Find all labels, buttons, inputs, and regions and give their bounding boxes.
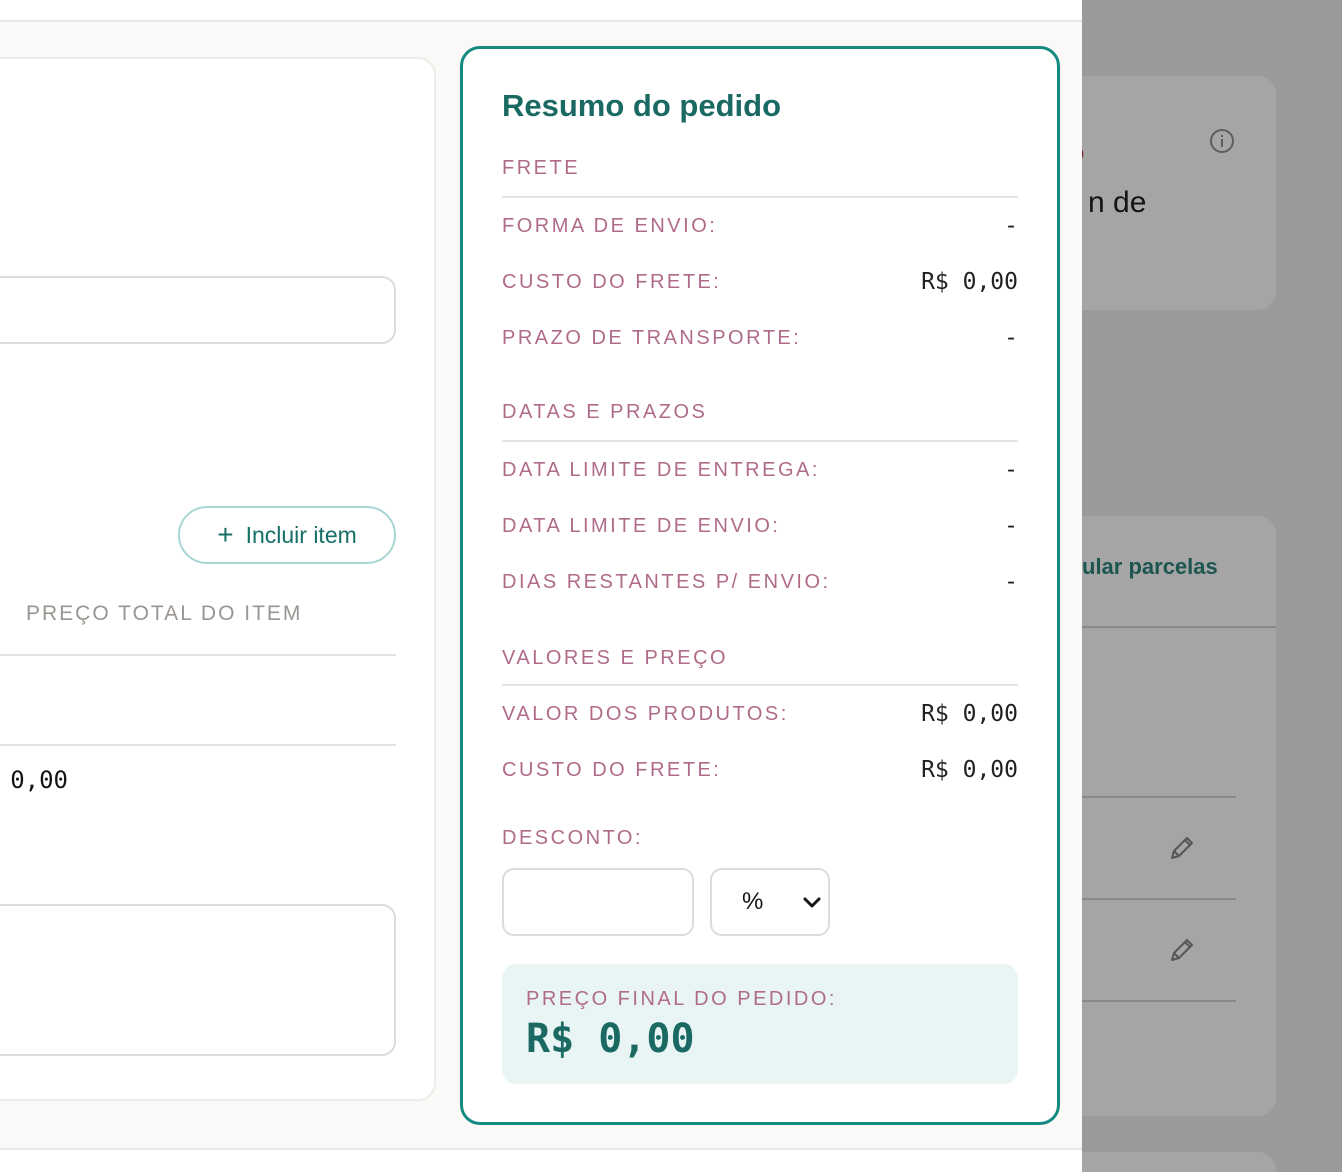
pencil-icon: [1171, 939, 1193, 961]
ship-deadline-value: -: [1004, 513, 1018, 539]
add-item-button[interactable]: + Incluir item: [178, 506, 396, 564]
transit-time-value: -: [1004, 325, 1018, 351]
products-value: R$ 0,00: [921, 701, 1018, 727]
summary-title: Resumo do pedido: [502, 88, 781, 123]
column-header-item-total: PREÇO TOTAL DO ITEM: [26, 602, 303, 625]
shipping-cost-label: CUSTO DO FRETE:: [502, 271, 722, 293]
background-link: ular parcelas: [1082, 554, 1218, 579]
delivery-deadline-label: DATA LIMITE DE ENTREGA:: [502, 459, 820, 481]
discount-label: DESCONTO:: [502, 827, 644, 849]
delivery-deadline-value: -: [1004, 457, 1018, 483]
section-values: VALORES E PREÇO: [502, 647, 729, 669]
product-search-input[interactable]: [0, 276, 396, 344]
days-left-value: -: [1004, 569, 1018, 595]
discount-type-value: %: [742, 888, 764, 915]
products-value-label: VALOR DOS PRODUTOS:: [502, 703, 789, 725]
shipping-method-value: -: [1004, 213, 1018, 239]
divider: [0, 654, 396, 656]
shipping-cost-value: R$ 0,00: [921, 269, 1018, 295]
add-item-label: Incluir item: [245, 521, 357, 548]
info-icon: [1210, 129, 1234, 153]
divider: [502, 196, 1018, 198]
discount-input[interactable]: [502, 868, 694, 936]
divider: [502, 440, 1018, 442]
chevron-down-icon: [803, 897, 821, 908]
modal-footer: [0, 1148, 1082, 1172]
shipping-total-value: R$ 0,00: [921, 757, 1018, 783]
discount-type-select[interactable]: %: [710, 868, 830, 936]
plus-icon: +: [217, 519, 234, 550]
ship-deadline-label: DATA LIMITE DE ENVIO:: [502, 515, 781, 537]
section-shipping: FRETE: [502, 157, 581, 179]
divider: [502, 684, 1018, 686]
days-left-label: DIAS RESTANTES P/ ENVIO:: [502, 571, 831, 593]
background-text: n de: [1088, 186, 1147, 219]
transit-time-label: PRAZO DE TRANSPORTE:: [502, 327, 802, 349]
shipping-total-label: CUSTO DO FRETE:: [502, 759, 722, 781]
divider: [0, 744, 396, 746]
items-total-value: R$ 0,00: [0, 766, 68, 794]
final-price-label: PREÇO FINAL DO PEDIDO:: [526, 988, 837, 1010]
section-dates: DATAS E PRAZOS: [502, 401, 708, 423]
pencil-icon: [1171, 837, 1193, 859]
final-price-value: R$ 0,00: [526, 1016, 695, 1062]
notes-textarea[interactable]: [0, 904, 396, 1056]
modal-header: [0, 0, 1082, 22]
shipping-method-label: FORMA DE ENVIO:: [502, 215, 718, 237]
